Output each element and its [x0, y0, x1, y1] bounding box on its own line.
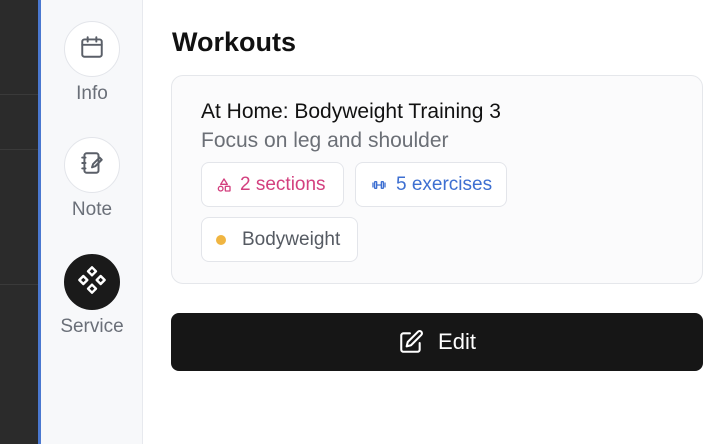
type-badge: Bodyweight [201, 217, 358, 262]
rail-item-note[interactable]: Note [41, 137, 143, 221]
exercises-count: 5 exercises [396, 173, 493, 195]
dumbbell-icon [370, 177, 388, 193]
rail-item-service[interactable]: Service [41, 254, 143, 338]
service-button[interactable] [64, 254, 120, 310]
rail-item-info[interactable]: Info [41, 21, 143, 105]
workout-subtitle: Focus on leg and shoulder [201, 129, 449, 152]
notebook-edit-icon [79, 150, 105, 181]
workout-card[interactable]: At Home: Bodyweight Training 3 Focus on … [171, 75, 703, 284]
edit-label: Edit [438, 329, 476, 354]
rail-item-label: Service [60, 316, 124, 337]
workout-title: At Home: Bodyweight Training 3 [201, 100, 501, 123]
info-button[interactable] [64, 21, 120, 77]
background-panel [0, 0, 38, 444]
edit-button[interactable]: Edit [171, 313, 703, 371]
sections-badge: 2 sections [201, 162, 344, 207]
sections-count: 2 sections [240, 173, 326, 195]
side-rail: Info Note Service [41, 0, 143, 444]
shapes-icon [216, 177, 232, 193]
note-button[interactable] [64, 137, 120, 193]
edit-icon [398, 329, 424, 355]
page-title: Workouts [172, 27, 297, 57]
type-label: Bodyweight [242, 228, 341, 250]
status-dot [216, 234, 226, 245]
calendar-icon [79, 34, 105, 65]
diamond-grid-icon [76, 264, 108, 301]
rail-item-label: Note [71, 199, 113, 220]
rail-item-label: Info [76, 83, 108, 104]
exercises-badge: 5 exercises [355, 162, 507, 207]
